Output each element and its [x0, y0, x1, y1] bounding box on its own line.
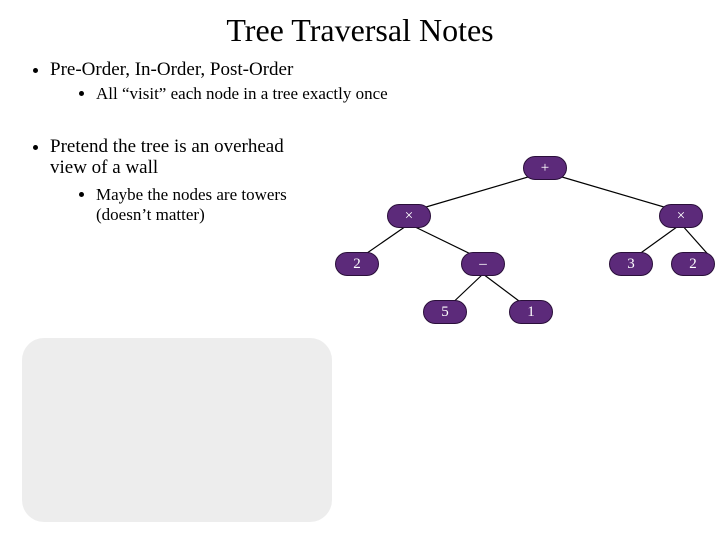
bullet-visit-each-node: All “visit” each node in a tree exactly …	[96, 83, 710, 106]
tree-node-root: +	[523, 156, 567, 180]
slide-title: Tree Traversal Notes	[0, 0, 720, 57]
tree-node-rl: 3	[609, 252, 653, 276]
tree-edges	[335, 148, 715, 368]
tree-node-lrl: 5	[423, 300, 467, 324]
tree-node-lr: –	[461, 252, 505, 276]
bullet-text: Pre-Order, In-Order, Post-Order	[50, 59, 293, 80]
bullet-text: Pretend the tree is an overhead view of …	[50, 136, 284, 179]
expression-tree-diagram: + × × 2 – 3 2 5 1	[335, 148, 715, 368]
bullet-preorder-inorder-postorder: Pre-Order, In-Order, Post-Order All “vis…	[50, 57, 710, 112]
tree-node-r: ×	[659, 204, 703, 228]
tree-node-lrr: 1	[509, 300, 553, 324]
bullet-text: All “visit” each node in a tree exactly …	[96, 84, 388, 103]
bullet-section-1: Pre-Order, In-Order, Post-Order All “vis…	[0, 57, 720, 112]
tree-node-l: ×	[387, 204, 431, 228]
bullet-overhead-wall: Pretend the tree is an overhead view of …	[50, 136, 310, 231]
bullet-text: Maybe the nodes are towers (doesn’t matt…	[96, 185, 287, 224]
content-placeholder	[22, 338, 332, 522]
tree-node-ll: 2	[335, 252, 379, 276]
tree-node-rr: 2	[671, 252, 715, 276]
bullet-towers: Maybe the nodes are towers (doesn’t matt…	[96, 185, 310, 224]
bullet-section-2: Pretend the tree is an overhead view of …	[0, 136, 320, 231]
